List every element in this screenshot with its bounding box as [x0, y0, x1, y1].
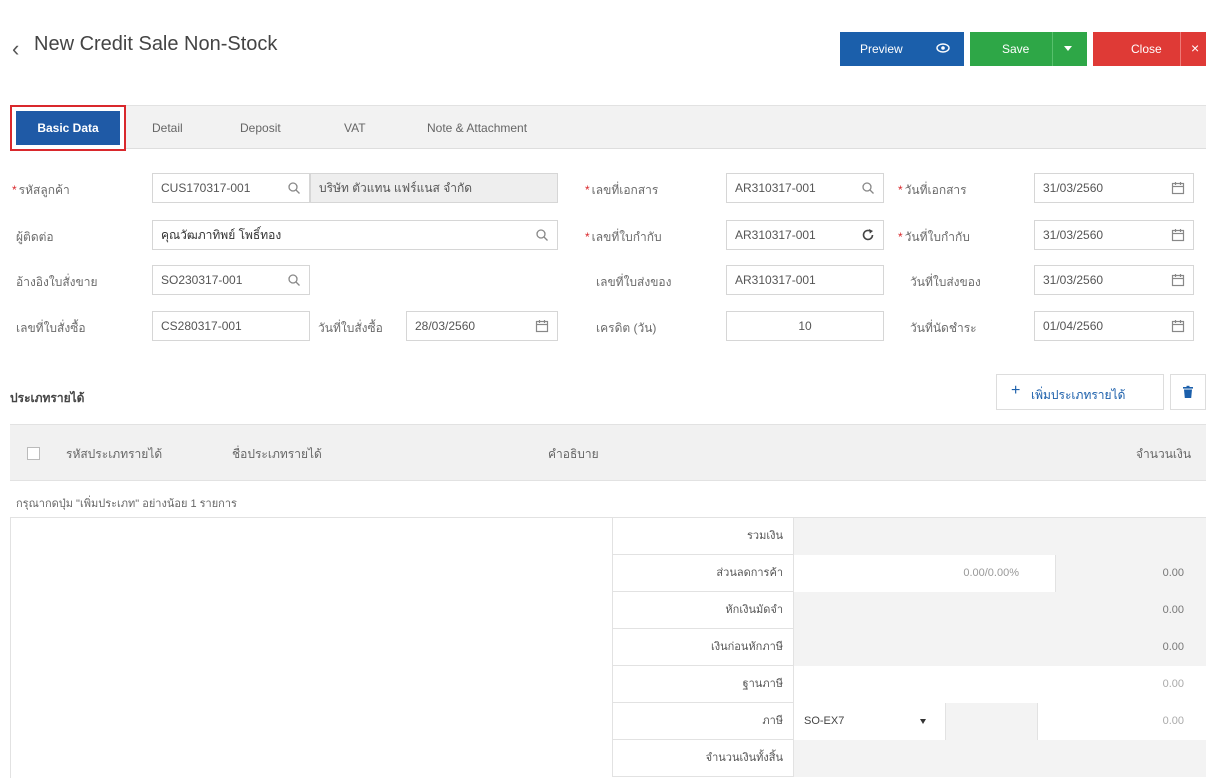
close-icon[interactable]: ×	[1191, 40, 1199, 56]
calendar-icon[interactable]	[535, 319, 549, 333]
po-date-label: วันที่ใบสั่งซื้อ	[318, 321, 383, 335]
tax-code-select[interactable]: SO-EX7	[794, 703, 946, 740]
income-section-title: ประเภทรายได้	[10, 391, 85, 405]
tab-bar: Basic Data Detail Deposit VAT Note & Att…	[10, 105, 1206, 151]
search-icon[interactable]	[287, 181, 301, 195]
col-income-code: รหัสประเภทรายได้	[66, 447, 163, 461]
tab-note-attachment[interactable]: Note & Attachment	[423, 106, 531, 150]
po-no-input[interactable]: CS280317-001	[152, 311, 310, 341]
summary-row-taxbase: ฐานภาษี 0.00	[612, 666, 1206, 703]
total-value	[794, 518, 1206, 555]
tab-detail[interactable]: Detail	[148, 106, 187, 150]
search-icon[interactable]	[861, 181, 875, 195]
col-amount: จำนวนเงิน	[1136, 447, 1192, 461]
caret-down-icon[interactable]	[1064, 46, 1072, 51]
delivery-date-input[interactable]: 31/03/2560	[1034, 265, 1194, 295]
discount-value: 0.00	[1056, 555, 1206, 592]
close-button[interactable]: Close ×	[1093, 32, 1206, 66]
summary-table: รวมเงิน ส่วนลดการค้า 0.00/0.00% 0.00 หัก…	[612, 518, 1206, 778]
tax-inv-no-label: * เลขที่ใบกำกับ	[585, 230, 662, 244]
preview-label: Preview	[860, 42, 903, 56]
summary-row-total: รวมเงิน	[612, 518, 1206, 555]
select-all-checkbox[interactable]	[27, 447, 40, 460]
col-income-name: ชื่อประเภทรายได้	[232, 447, 322, 461]
summary-left-blank	[10, 518, 612, 778]
calendar-icon[interactable]	[1171, 319, 1185, 333]
so-ref-label: อ้างอิงใบสั่งขาย	[16, 275, 98, 289]
doc-no-input[interactable]: AR310317-001	[726, 173, 884, 203]
close-label: Close	[1131, 42, 1162, 56]
caret-down-icon	[920, 719, 926, 724]
so-ref-input[interactable]: SO230317-001	[152, 265, 310, 295]
back-chevron-icon[interactable]: ‹	[12, 38, 19, 60]
page-title: New Credit Sale Non-Stock	[34, 33, 278, 55]
tab-deposit[interactable]: Deposit	[236, 106, 285, 150]
add-income-type-button[interactable]: + เพิ่มประเภทรายได้	[996, 374, 1164, 410]
summary-row-tax: ภาษี SO-EX7 0.00	[612, 703, 1206, 740]
preview-button[interactable]: Preview	[840, 32, 964, 66]
calendar-icon[interactable]	[1171, 181, 1185, 195]
doc-no-label: * เลขที่เอกสาร	[585, 183, 659, 197]
empty-hint-text: กรุณากดปุ่ม "เพิ่มประเภท" อย่างน้อย 1 รา…	[16, 498, 237, 510]
add-income-type-label: เพิ่มประเภทรายได้	[1031, 388, 1126, 402]
delivery-date-label: วันที่ใบส่งของ	[910, 275, 981, 289]
delivery-no-input[interactable]: AR310317-001	[726, 265, 884, 295]
tab-basic-data[interactable]: Basic Data	[10, 105, 126, 151]
search-icon[interactable]	[287, 273, 301, 287]
plus-icon: +	[1011, 382, 1021, 399]
summary-row-discount: ส่วนลดการค้า 0.00/0.00% 0.00	[612, 555, 1206, 592]
due-date-input[interactable]: 01/04/2560	[1034, 311, 1194, 341]
tax-rate-field	[946, 703, 1038, 740]
po-no-label: เลขที่ใบสั่งซื้อ	[16, 321, 86, 335]
discount-input[interactable]: 0.00/0.00%	[794, 555, 1056, 592]
taxbase-value[interactable]: 0.00	[794, 666, 1206, 703]
customer-code-label: * รหัสลูกค้า	[12, 183, 70, 197]
deposit-value: 0.00	[1162, 604, 1184, 616]
save-button[interactable]: Save	[970, 32, 1087, 66]
summary-row-deposit: หักเงินมัดจำ 0.00	[612, 592, 1206, 629]
page-header: ‹ New Credit Sale Non-Stock Preview Save…	[0, 0, 1206, 96]
tax-inv-no-input[interactable]: AR310317-001	[726, 220, 884, 250]
pretax-value: 0.00	[1162, 641, 1184, 653]
tax-value[interactable]: 0.00	[1038, 703, 1206, 740]
search-icon[interactable]	[535, 228, 549, 242]
trash-icon	[1183, 385, 1193, 398]
credit-input[interactable]: 10	[726, 311, 884, 341]
tab-vat[interactable]: VAT	[340, 106, 370, 150]
save-split-divider	[1052, 32, 1053, 66]
po-date-input[interactable]: 28/03/2560	[406, 311, 558, 341]
summary-row-pretax: เงินก่อนหักภาษี 0.00	[612, 629, 1206, 666]
tax-inv-date-label: * วันที่ใบกำกับ	[898, 230, 970, 244]
contact-label: ผู้ติดต่อ	[16, 230, 54, 244]
tax-inv-date-input[interactable]: 31/03/2560	[1034, 220, 1194, 250]
close-split-divider	[1180, 32, 1181, 66]
grand-total-value	[794, 740, 1206, 777]
doc-date-label: * วันที่เอกสาร	[898, 183, 967, 197]
calendar-icon[interactable]	[1171, 228, 1185, 242]
due-date-label: วันที่นัดชำระ	[910, 321, 977, 335]
customer-code-input[interactable]: CUS170317-001	[152, 173, 310, 203]
customer-name-field: บริษัท ตัวแทน แฟร์แนส จำกัด	[310, 173, 558, 203]
credit-label: เครดิต (วัน)	[596, 321, 657, 335]
eye-icon	[936, 43, 950, 53]
doc-date-input[interactable]: 31/03/2560	[1034, 173, 1194, 203]
calendar-icon[interactable]	[1171, 273, 1185, 287]
save-label: Save	[1002, 42, 1030, 56]
col-description: คำอธิบาย	[548, 447, 599, 461]
income-table-header: รหัสประเภทรายได้ ชื่อประเภทรายได้ คำอธิบ…	[10, 424, 1206, 480]
refresh-icon[interactable]	[861, 228, 875, 242]
empty-hint-row: กรุณากดปุ่ม "เพิ่มประเภท" อย่างน้อย 1 รา…	[10, 480, 1206, 518]
contact-input[interactable]: คุณวัฒภาทิพย์ โพธิ์ทอง	[152, 220, 558, 250]
delete-button[interactable]	[1170, 374, 1206, 410]
summary-row-grand-total: จำนวนเงินทั้งสิ้น	[612, 740, 1206, 777]
delivery-no-label: เลขที่ใบส่งของ	[596, 275, 672, 289]
